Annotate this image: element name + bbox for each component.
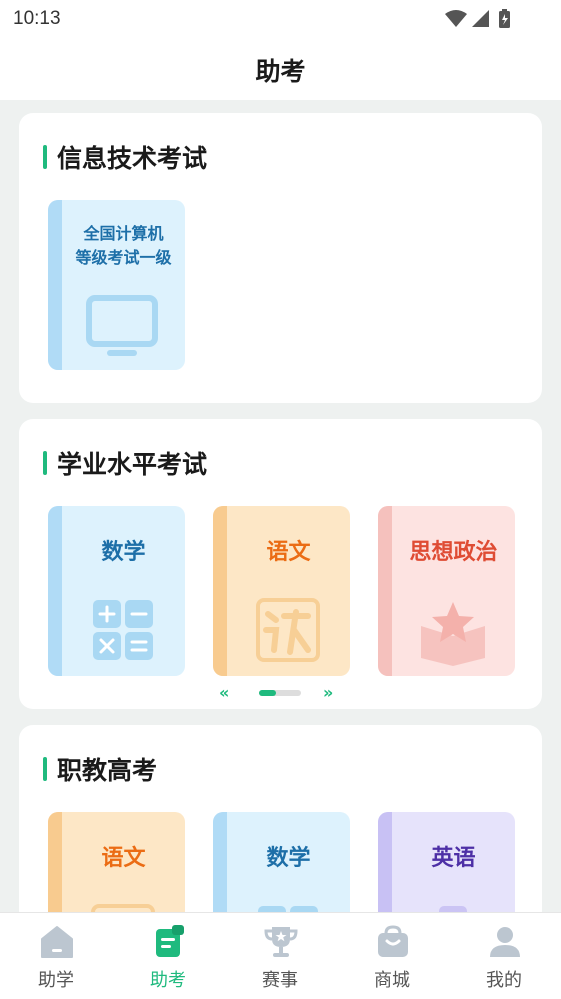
trophy-icon	[264, 927, 298, 957]
book-chinese[interactable]: 语文	[213, 506, 350, 676]
book-chinese[interactable]: 语文	[48, 812, 185, 925]
book-math[interactable]: 数学	[48, 506, 185, 676]
signal-icon	[472, 10, 489, 27]
bottom-tab-bar: 助学 助考 赛事 商城 我的	[0, 912, 561, 999]
section-title: 学业水平考试	[43, 447, 207, 479]
section-title-text: 信息技术考试	[57, 144, 208, 173]
section-title-text: 职教高考	[57, 756, 158, 785]
tab-label: 商城	[374, 970, 410, 991]
book-spine	[48, 506, 62, 676]
book-spine	[378, 812, 392, 925]
battery-icon	[499, 9, 510, 28]
pager-thumb[interactable]	[259, 690, 276, 696]
book-title: 语文	[266, 540, 311, 565]
book-title: 语文	[101, 846, 146, 871]
tab-study-help[interactable]: 助学	[0, 913, 112, 999]
section-accent-bar	[43, 757, 47, 781]
status-time: 10:13	[13, 8, 61, 29]
monitor-icon	[86, 295, 158, 356]
section-title: 信息技术考试	[43, 141, 207, 173]
book-spine	[48, 812, 62, 925]
section-card-academic-exam: 学业水平考试 数学 语文 思想政治 « »	[19, 419, 542, 709]
tab-store[interactable]: 商城	[336, 913, 448, 999]
tab-exam-help[interactable]: 助考	[112, 913, 224, 999]
section-accent-bar	[43, 451, 47, 475]
book-title: 数学	[101, 540, 146, 565]
book-politics[interactable]: 思想政治	[378, 506, 515, 676]
pager-left-arrow[interactable]: «	[219, 683, 230, 702]
page-title: 助考	[255, 57, 306, 86]
book-spine	[378, 506, 392, 676]
tab-label: 我的	[486, 970, 522, 991]
shopping-bag-icon	[378, 925, 408, 957]
book-title: 数学	[266, 846, 311, 871]
book-english[interactable]: 英语	[378, 812, 515, 925]
chinese-character-icon	[256, 598, 320, 662]
book-math[interactable]: 数学	[213, 812, 350, 925]
tab-label: 助考	[150, 970, 186, 991]
book-title: 全国计算机 等级考试一级	[75, 224, 172, 267]
user-icon	[490, 927, 520, 957]
section-accent-bar	[43, 145, 47, 169]
book-spine	[48, 200, 62, 370]
book-spine	[213, 506, 227, 676]
section-title: 职教高考	[43, 753, 157, 785]
book-title: 英语	[431, 846, 476, 871]
tab-label: 助学	[38, 970, 74, 991]
carousel-pager: « »	[19, 683, 542, 703]
home-icon	[41, 926, 73, 958]
section-card-it-exam: 信息技术考试 全国计算机 等级考试一级	[19, 113, 542, 403]
tab-profile[interactable]: 我的	[448, 913, 560, 999]
calculator-icon	[93, 600, 153, 660]
star-book-icon	[421, 602, 485, 666]
wifi-icon	[445, 10, 467, 27]
section-title-text: 学业水平考试	[57, 450, 208, 479]
pager-right-arrow[interactable]: »	[323, 683, 334, 702]
status-icons	[445, 9, 510, 28]
book-title: 思想政治	[409, 540, 498, 565]
status-bar: 10:13	[0, 0, 561, 40]
book-spine	[213, 812, 227, 925]
exam-doc-icon	[156, 925, 184, 957]
book-ncre-level1[interactable]: 全国计算机 等级考试一级	[48, 200, 185, 370]
section-card-vocational-exam: 职教高考 语文 数学 英语	[19, 725, 542, 925]
tab-label: 赛事	[262, 970, 298, 991]
header: 助考	[0, 40, 561, 100]
tab-competitions[interactable]: 赛事	[224, 913, 336, 999]
